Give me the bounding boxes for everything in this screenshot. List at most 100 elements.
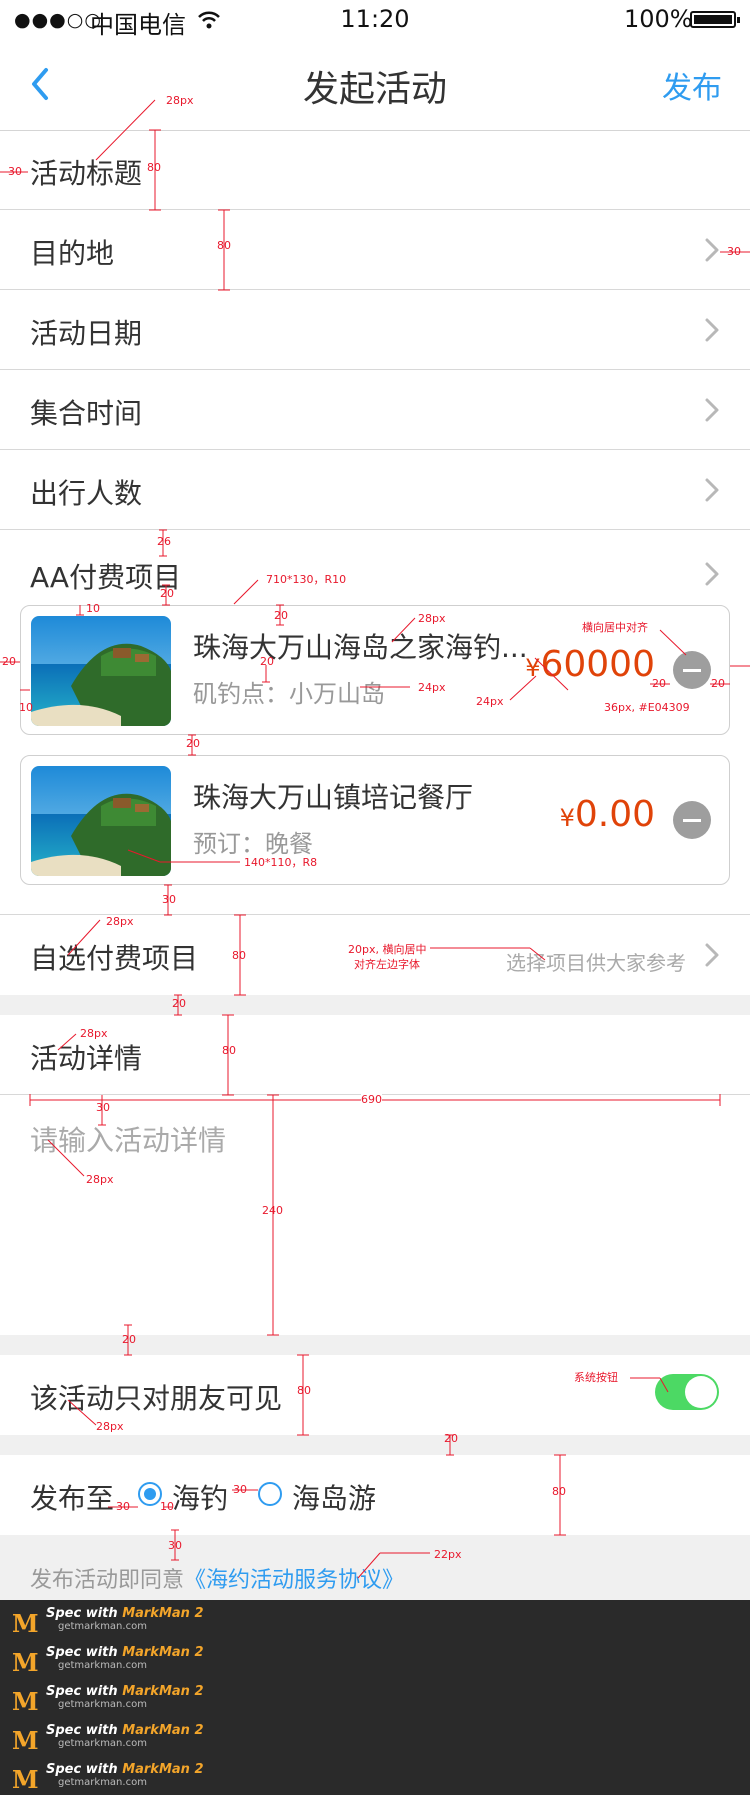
agreement-prefix: 发布活动即同意 <box>30 1568 185 1593</box>
currency-symbol: ¥ <box>559 804 575 832</box>
item-price: ¥0.00 <box>560 794 655 835</box>
annotation: 10 <box>19 701 33 714</box>
annotation: 690 <box>361 1093 382 1106</box>
people-count-label: 出行人数 <box>30 477 143 510</box>
friends-only-toggle[interactable] <box>655 1374 719 1410</box>
item-subtitle: 预订：晚餐 <box>193 830 313 858</box>
annotation: 28px <box>80 1027 108 1040</box>
annotation: 10 <box>160 1500 174 1513</box>
annotation: 28px <box>86 1173 114 1186</box>
minus-circle-icon[interactable] <box>673 801 711 839</box>
agreement-link[interactable]: 《海约活动服务协议》 <box>184 1568 404 1593</box>
radio-haidiao[interactable] <box>138 1482 162 1506</box>
annotation: 30 <box>116 1500 130 1513</box>
agreement-text: 发布活动即同意《海约活动服务协议》 <box>30 1562 404 1594</box>
annotation: 28px <box>418 612 446 625</box>
annotation: 30 <box>162 893 176 906</box>
annotation: 30 <box>168 1539 182 1552</box>
annotation: 20 <box>260 655 274 668</box>
markman-logo: M <box>12 1765 39 1794</box>
annotation: 20 <box>274 609 288 622</box>
annotation: 20 <box>652 677 666 690</box>
details-textarea[interactable]: 请输入活动详情 <box>0 1095 750 1335</box>
radio-label-haidaoyou[interactable]: 海岛游 <box>292 1477 376 1517</box>
annotation: 80 <box>222 1044 236 1057</box>
annotation: 20 <box>2 655 16 668</box>
chevron-right-icon <box>704 942 720 968</box>
chevron-right-icon <box>704 397 720 423</box>
markman-logo: M <box>12 1648 39 1677</box>
markman-logo: M <box>12 1726 39 1755</box>
friends-only-label: 该活动只对朋友可见 <box>30 1382 283 1415</box>
watermark-brand: MarkMan 2 <box>122 1645 204 1660</box>
watermark-site: getmarkman.com <box>58 1621 147 1632</box>
navigation-bar: 发起活动 发布 <box>0 40 750 131</box>
battery-percent: 100% <box>624 5 693 33</box>
annotation: 28px <box>96 1420 124 1433</box>
radio-label-haidiao[interactable]: 海钓 <box>172 1477 228 1517</box>
page-title: 发起活动 <box>302 69 447 110</box>
section-divider <box>0 1335 750 1355</box>
watermark-site: getmarkman.com <box>58 1738 147 1749</box>
annotation: 30 <box>8 165 22 178</box>
annotation: 36px, #E04309 <box>604 701 690 714</box>
annotation: 24px <box>476 695 504 708</box>
item-subtitle: 矶钓点：小万山岛 <box>193 680 385 708</box>
section-divider <box>0 1435 750 1455</box>
optional-items-hint: 选择项目供大家参考 <box>506 951 686 975</box>
annotation: 80 <box>147 161 161 174</box>
watermark-site: getmarkman.com <box>58 1660 147 1671</box>
annotation: 26 <box>157 535 171 548</box>
watermark-brand: MarkMan 2 <box>122 1684 204 1699</box>
watermark-spec: Spec with <box>46 1762 118 1777</box>
chevron-right-icon[interactable] <box>704 561 720 587</box>
item-card[interactable]: 珠海大万山镇培记餐厅 预订：晚餐 ¥0.00 <box>20 755 730 885</box>
watermark-site: getmarkman.com <box>58 1777 147 1788</box>
activity-date-row[interactable]: 活动日期 <box>0 290 750 370</box>
activity-title-label: 活动标题 <box>30 157 143 190</box>
watermark-brand: MarkMan 2 <box>122 1723 204 1738</box>
chevron-right-icon <box>704 317 720 343</box>
radio-haidaoyou[interactable] <box>258 1482 282 1506</box>
people-count-row[interactable]: 出行人数 <box>0 450 750 530</box>
publish-button[interactable]: 发布 <box>662 63 722 107</box>
annotation: 20 <box>711 677 725 690</box>
minus-circle-icon[interactable] <box>673 651 711 689</box>
markman-footer: M Spec with MarkMan 2 getmarkman.com M S… <box>0 1600 750 1795</box>
annotation: 80 <box>217 239 231 252</box>
price-value: 60000 <box>540 644 655 685</box>
annotation: 30 <box>727 245 741 258</box>
publish-to-label: 发布至 <box>30 1482 115 1515</box>
markman-logo: M <box>12 1609 39 1638</box>
destination-row[interactable]: 目的地 <box>0 210 750 290</box>
annotation: 横向居中对齐 <box>582 621 648 634</box>
markman-logo: M <box>12 1687 39 1716</box>
aa-items-label[interactable]: AA付费项目 <box>30 556 181 596</box>
annotation: 22px <box>434 1548 462 1561</box>
gather-time-row[interactable]: 集合时间 <box>0 370 750 450</box>
watermark-brand: MarkMan 2 <box>122 1762 204 1777</box>
activity-title-field[interactable]: 活动标题 <box>0 130 750 210</box>
currency-symbol: ¥ <box>525 654 541 682</box>
watermark-spec: Spec with <box>46 1645 118 1660</box>
item-name: 珠海大万山海岛之家海钓... <box>193 631 528 664</box>
item-thumbnail <box>31 616 171 726</box>
annotation: 240 <box>262 1204 283 1217</box>
price-value: 0.00 <box>574 794 655 835</box>
details-header: 活动详情 <box>0 1015 750 1095</box>
annotation: 20 <box>172 997 186 1010</box>
annotation: 710*130，R10 <box>266 573 347 586</box>
chevron-right-icon <box>704 477 720 503</box>
annotation: 80 <box>297 1384 311 1397</box>
watermark-site: getmarkman.com <box>58 1699 147 1710</box>
optional-items-label: 自选付费项目 <box>30 942 199 975</box>
annotation: 28px <box>166 94 194 107</box>
item-thumbnail <box>31 766 171 876</box>
annotation: 80 <box>552 1485 566 1498</box>
annotation: 对齐左边字体 <box>354 958 420 971</box>
annotation: 20 <box>122 1333 136 1346</box>
watermark-brand: MarkMan 2 <box>122 1606 204 1621</box>
status-bar: ●●●○○ 中国电信 11:20 100% <box>0 0 750 40</box>
annotation: 20px, 横向居中 <box>348 943 427 956</box>
annotation: 24px <box>418 681 446 694</box>
